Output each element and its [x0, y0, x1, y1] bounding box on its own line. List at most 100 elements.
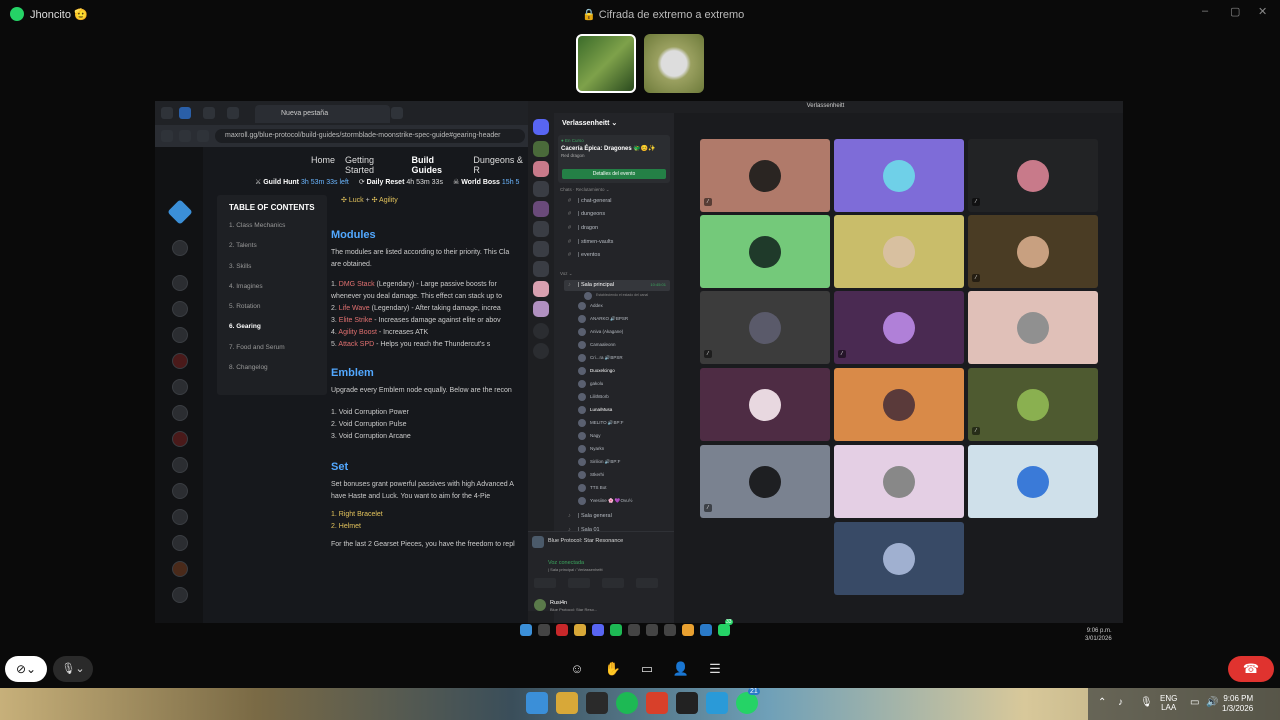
toc-item[interactable]: 5. Rotation: [229, 303, 315, 323]
participant-tile[interactable]: ⁄: [968, 368, 1098, 441]
voice-member[interactable]: Camaaleonn: [578, 340, 616, 351]
game-icon[interactable]: [172, 587, 188, 603]
voice-channel-sala-principal[interactable]: | Sala principal10:45:01: [564, 280, 670, 291]
participant-tile[interactable]: [834, 445, 964, 518]
server-icon[interactable]: [533, 181, 549, 197]
forward-icon[interactable]: [179, 130, 191, 142]
activities-icon[interactable]: [602, 578, 624, 588]
start-icon[interactable]: [526, 692, 548, 714]
activity-status[interactable]: Blue Protocol: Star Resonance: [532, 536, 670, 548]
toc-item[interactable]: 8. Changelog: [229, 364, 315, 384]
emoji-icon[interactable]: ☺: [568, 660, 586, 678]
whatsapp-icon[interactable]: 21: [736, 688, 760, 714]
voice-member[interactable]: Duoxelcingo: [578, 366, 615, 377]
network-icon[interactable]: ▭: [1190, 697, 1199, 708]
nav-dungeons[interactable]: Dungeons & R: [473, 155, 528, 175]
microphone-icon[interactable]: 🎙: [1140, 697, 1153, 708]
participant-tile[interactable]: ⁄: [700, 445, 830, 518]
tab-icon[interactable]: [203, 107, 215, 119]
channel-eventos[interactable]: | eventos: [564, 250, 670, 261]
voice-member[interactable]: Sirilion 🔊BP:F: [578, 457, 620, 468]
speaker-icon[interactable]: 🔊: [1206, 697, 1218, 708]
screen-share-icon[interactable]: ▭: [638, 660, 656, 678]
participant-tile[interactable]: [834, 522, 964, 595]
voice-member[interactable]: gakolu: [578, 379, 603, 390]
participant-tile[interactable]: [700, 368, 830, 441]
category-chats[interactable]: Chats · Reclutamiento ⌄: [560, 187, 610, 193]
spotify-icon[interactable]: [616, 692, 638, 714]
tab-new[interactable]: Nueva pestaña: [255, 105, 390, 123]
participant-tile[interactable]: ⁄: [968, 215, 1098, 288]
chevron-up-icon[interactable]: ⌃: [1098, 697, 1106, 708]
reload-icon[interactable]: [197, 130, 209, 142]
participant-tile[interactable]: ⁄: [968, 139, 1098, 212]
voice-member[interactable]: MELITO 🔊BP:F: [578, 418, 624, 429]
diablo-icon[interactable]: [172, 353, 188, 369]
end-call-button[interactable]: ☎: [1228, 656, 1274, 682]
maxroll-logo-icon[interactable]: [167, 199, 193, 225]
poe-icon[interactable]: [172, 327, 188, 343]
participant-tile[interactable]: [968, 291, 1098, 364]
url-input[interactable]: maxroll.gg/blue-protocol/build-guides/st…: [215, 129, 525, 143]
participant-tile[interactable]: ⁄: [700, 139, 830, 212]
tab-menu-icon[interactable]: [161, 107, 173, 119]
add-participant-icon[interactable]: 👤: [672, 660, 690, 678]
terminal-icon[interactable]: [586, 692, 608, 714]
folder-icon[interactable]: [556, 692, 578, 714]
game-icon[interactable]: [172, 483, 188, 499]
camera-off-button[interactable]: ⊘⌄: [5, 656, 47, 682]
discover-icon[interactable]: [533, 343, 549, 359]
toc-item[interactable]: 2. Talents: [229, 242, 315, 262]
server-icon[interactable]: [533, 301, 549, 317]
voice-member[interactable]: Cri...ra 🔊BPSR: [578, 353, 623, 364]
volume-icon[interactable]: ♪: [1118, 697, 1123, 708]
home-icon[interactable]: [172, 275, 188, 291]
channel-dungeons[interactable]: | dungeons: [564, 209, 670, 220]
soundboard-icon[interactable]: [636, 578, 658, 588]
nav-build-guides[interactable]: Build Guides: [412, 155, 464, 175]
app-icon[interactable]: [646, 692, 668, 714]
channel-stimen-vaults[interactable]: | stimen-vaults: [564, 237, 670, 248]
wow-icon[interactable]: [172, 457, 188, 473]
minimize-button[interactable]: –: [1202, 5, 1208, 17]
server-icon[interactable]: [533, 281, 549, 297]
category-voz[interactable]: Voz ⌄: [560, 271, 573, 277]
voice-member[interactable]: Nyarkn: [578, 444, 604, 455]
maximize-button[interactable]: ▢: [1230, 5, 1240, 18]
app-icon[interactable]: [676, 692, 698, 714]
toc-item[interactable]: 3. Skills: [229, 263, 315, 283]
close-button[interactable]: ✕: [1258, 5, 1267, 18]
participant-tile[interactable]: [700, 215, 830, 288]
voice-member[interactable]: TTS Bot: [578, 483, 607, 494]
avatar[interactable]: [534, 599, 546, 611]
server-icon[interactable]: [533, 241, 549, 257]
voice-member[interactable]: Aniva (Akagane): [578, 327, 623, 338]
server-icon[interactable]: [533, 201, 549, 217]
expand-icon[interactable]: [172, 240, 188, 256]
channel-dragon[interactable]: | dragon: [564, 223, 670, 234]
voice-member[interactable]: Yvesiine 🌸 💜Ovu½: [578, 496, 632, 507]
server-icon[interactable]: [533, 221, 549, 237]
camera-icon[interactable]: [534, 578, 556, 588]
last-epoch-icon[interactable]: [172, 405, 188, 421]
voice-member[interactable]: Luna/Musa: [578, 405, 612, 416]
linkedin-tab-icon[interactable]: [179, 107, 191, 119]
voice-member[interactable]: Addex: [578, 301, 603, 312]
channel-chat-general[interactable]: | chat-general: [564, 196, 670, 207]
language-indicator[interactable]: ENG LAA: [1160, 694, 1177, 712]
game-icon[interactable]: [172, 379, 188, 395]
participant-tile[interactable]: [834, 215, 964, 288]
server-name[interactable]: Verlassenheitt ⌄: [562, 119, 617, 127]
event-details-button[interactable]: Detalles del evento: [562, 169, 666, 179]
toc-item[interactable]: 4. Imagines: [229, 283, 315, 303]
toc-item-active[interactable]: 6. Gearing: [229, 323, 315, 343]
participant-tile[interactable]: [968, 445, 1098, 518]
microphone-button[interactable]: 🎙⌄: [53, 656, 93, 682]
voice-member[interactable]: Stkerhi: [578, 470, 604, 481]
raise-hand-icon[interactable]: ✋: [604, 660, 622, 678]
toc-item[interactable]: 7. Food and Serum: [229, 344, 315, 364]
participant-tile[interactable]: ⁄: [834, 291, 964, 364]
participant-tile[interactable]: [834, 139, 964, 212]
server-icon[interactable]: [533, 161, 549, 177]
screen-share-icon[interactable]: [568, 578, 590, 588]
